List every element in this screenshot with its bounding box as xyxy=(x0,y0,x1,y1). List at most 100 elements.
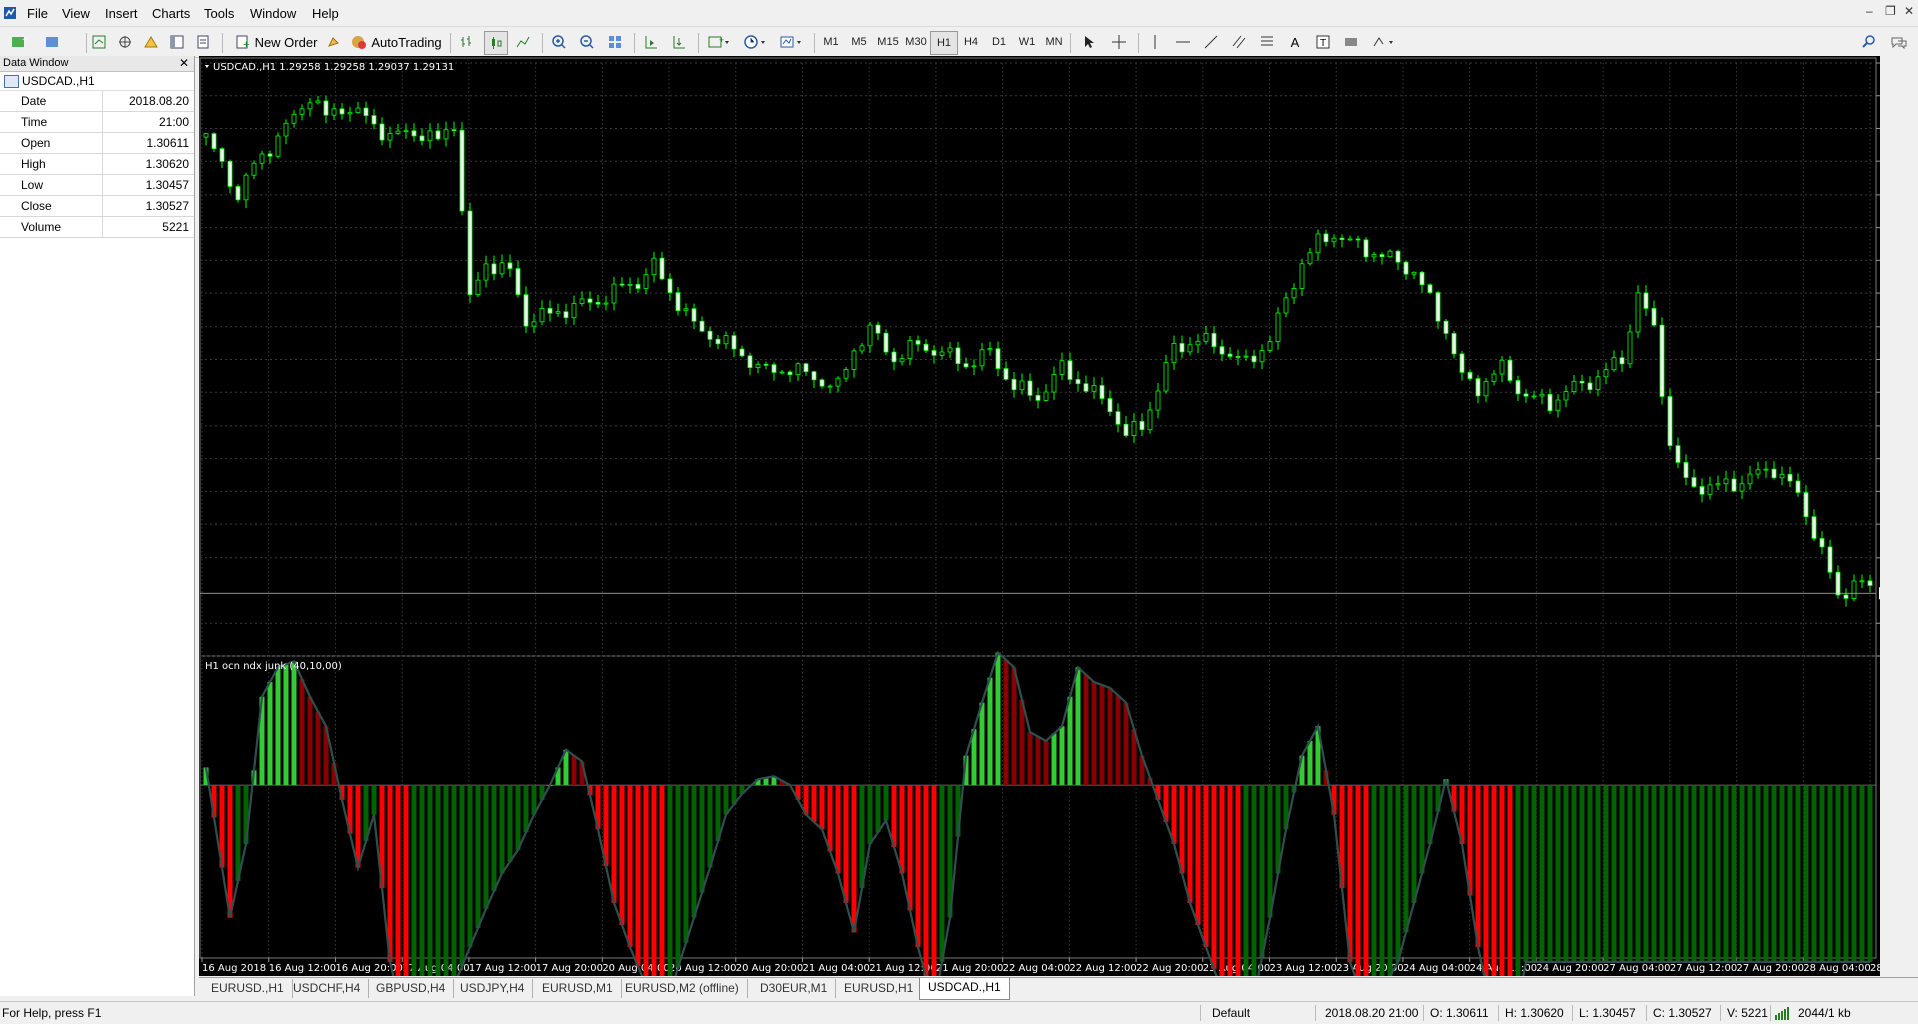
time-label: 24 Aug 04:00 xyxy=(1403,963,1470,974)
menu-tools[interactable]: Tools xyxy=(204,6,234,21)
time-label: 22 Aug 20:00 xyxy=(1136,963,1203,974)
terminal-icon[interactable] xyxy=(166,31,188,53)
restore-icon[interactable]: ❐ xyxy=(1885,4,1896,18)
menu-window[interactable]: Window xyxy=(250,6,296,21)
data-window-symbol-label: USDCAD.,H1 xyxy=(22,74,95,88)
data-row: Volume5221 xyxy=(0,217,194,238)
timeframe-h4[interactable]: H4 xyxy=(958,31,984,53)
navigator-icon[interactable] xyxy=(140,31,162,53)
time-label: 24 Aug 20:00 xyxy=(1536,963,1603,974)
timeframe-h1[interactable]: H1 xyxy=(930,31,958,55)
line-chart-icon[interactable] xyxy=(512,31,534,53)
data-row-value: 1.30611 xyxy=(103,133,194,153)
time-label: 17 Aug 12:00 xyxy=(469,963,536,974)
zoom-in-icon[interactable] xyxy=(548,31,570,53)
data-window-panel: Data Window ✕ USDCAD.,H1 Date2018.08.20 … xyxy=(0,56,195,996)
menu-help[interactable]: Help xyxy=(312,6,339,21)
auto-scroll-icon[interactable] xyxy=(668,31,690,53)
equidistant-channel-icon[interactable] xyxy=(1228,31,1250,53)
data-row: Open1.30611 xyxy=(0,133,194,154)
timeframe-m15[interactable]: M15 xyxy=(873,31,903,53)
time-label: 21 Aug 04:00 xyxy=(802,963,869,974)
timeframe-m5[interactable]: M5 xyxy=(846,31,872,53)
menu-file[interactable]: File xyxy=(27,6,48,21)
data-row-label: Low xyxy=(0,175,103,195)
toolbar: + + New Order AutoTrading + M1 M5 M15 M3… xyxy=(0,26,1918,58)
cursor-icon[interactable] xyxy=(1078,31,1100,53)
menu-view[interactable]: View xyxy=(62,6,90,21)
templates-icon[interactable] xyxy=(776,31,806,53)
data-row-value: 2018.08.20 xyxy=(103,91,194,111)
time-label: 16 Aug 12:00 xyxy=(269,963,336,974)
chat-icon[interactable] xyxy=(1888,31,1910,53)
autotrading-button[interactable]: AutoTrading xyxy=(348,31,444,53)
text-icon[interactable]: A xyxy=(1284,31,1306,53)
zoom-out-icon[interactable] xyxy=(576,31,598,53)
close-icon[interactable]: ✕ xyxy=(1904,4,1914,18)
strategy-tester-icon[interactable] xyxy=(192,31,214,53)
time-label: 23 Aug 12:00 xyxy=(1270,963,1337,974)
search-icon[interactable] xyxy=(1858,31,1880,53)
new-order-label: New Order xyxy=(255,35,318,50)
bar-chart-icon[interactable] xyxy=(456,31,478,53)
price-pane-frame xyxy=(200,58,1876,656)
close-icon[interactable]: ✕ xyxy=(179,56,189,71)
time-label: 16 Aug 2018 xyxy=(202,963,266,974)
time-label: 22 Aug 04:00 xyxy=(1003,963,1070,974)
minimize-icon[interactable]: – xyxy=(1866,4,1873,18)
new-chart-icon[interactable]: + xyxy=(8,31,30,53)
time-label: 20 Aug 20:00 xyxy=(736,963,803,974)
data-window-icon[interactable] xyxy=(114,31,136,53)
data-row-label: Open xyxy=(0,133,103,153)
app-icon xyxy=(3,6,17,20)
crosshair-icon[interactable] xyxy=(1108,31,1130,53)
shapes-dropdown-icon[interactable] xyxy=(1368,31,1398,53)
timeframe-mn[interactable]: MN xyxy=(1041,31,1067,53)
menu-insert[interactable]: Insert xyxy=(105,6,138,21)
timeframe-w1[interactable]: W1 xyxy=(1014,31,1040,53)
horizontal-line-icon[interactable] xyxy=(1172,31,1194,53)
menu-charts[interactable]: Charts xyxy=(152,6,190,21)
indicators-icon[interactable]: + xyxy=(704,31,734,53)
periods-icon[interactable] xyxy=(740,31,770,53)
data-window-symbol: USDCAD.,H1 xyxy=(0,72,194,91)
autotrading-label: AutoTrading xyxy=(371,35,441,50)
data-row-value: 1.30527 xyxy=(103,196,194,216)
text-label-icon[interactable]: T xyxy=(1312,31,1334,53)
menu-bar: File View Insert Charts Tools Window Hel… xyxy=(0,0,1918,26)
data-window-title: Data Window xyxy=(3,57,68,69)
new-order-icon: + xyxy=(235,34,251,50)
data-row: Low1.30457 xyxy=(0,175,194,196)
price-chart[interactable]: 16 Aug 201816 Aug 12:0016 Aug 20:0017 Au… xyxy=(199,56,1880,976)
market-watch-icon[interactable] xyxy=(88,31,110,53)
arrows-icon[interactable] xyxy=(1340,31,1362,53)
time-label: 21 Aug 20:00 xyxy=(936,963,1003,974)
new-order-button[interactable]: + New Order xyxy=(234,31,318,53)
data-row-value: 5221 xyxy=(103,217,194,237)
chart-shift-icon[interactable] xyxy=(640,31,662,53)
data-row-label: Time xyxy=(0,112,103,132)
tile-windows-icon[interactable] xyxy=(604,31,626,53)
autotrading-icon xyxy=(350,34,368,50)
indicator-pane-frame xyxy=(200,656,1876,958)
data-row: Date2018.08.20 xyxy=(0,91,194,112)
time-label: 17 Aug 20:00 xyxy=(536,963,603,974)
data-row: Close1.30527 xyxy=(0,196,194,217)
timeframe-d1[interactable]: D1 xyxy=(986,31,1012,53)
candlestick-icon[interactable] xyxy=(484,31,508,55)
data-row: High1.30620 xyxy=(0,154,194,175)
vertical-line-icon[interactable] xyxy=(1144,31,1166,53)
data-row-value: 1.30620 xyxy=(103,154,194,174)
data-row-value: 21:00 xyxy=(103,112,194,132)
timeframe-m1[interactable]: M1 xyxy=(818,31,844,53)
hand-icon[interactable] xyxy=(322,31,344,53)
data-row-label: Close xyxy=(0,196,103,216)
data-row-label: Volume xyxy=(0,217,103,237)
fibonacci-icon[interactable] xyxy=(1256,31,1278,53)
trendline-icon[interactable] xyxy=(1200,31,1222,53)
profiles-icon[interactable] xyxy=(42,31,64,53)
chart-icon xyxy=(4,75,19,88)
data-window-title-bar: Data Window ✕ xyxy=(0,56,194,72)
timeframe-m30[interactable]: M30 xyxy=(901,31,931,53)
chart-window[interactable]: 16 Aug 201816 Aug 12:0016 Aug 20:0017 Au… xyxy=(199,56,1880,976)
